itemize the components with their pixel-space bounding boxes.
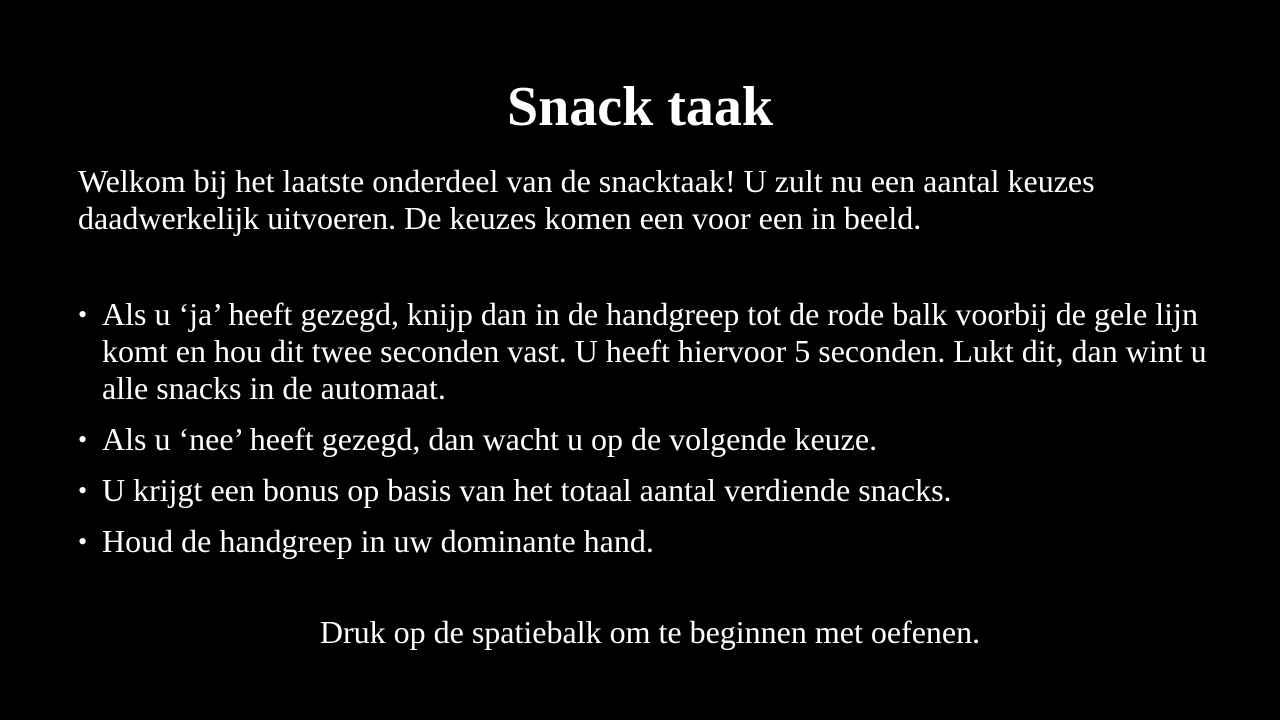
slide-title: Snack taak [506,76,774,138]
bullet-icon: • [78,527,88,556]
instruction-text: Houd de handgreep in uw dominante hand. [102,523,654,559]
bullet-icon: • [78,476,88,505]
instruction-item: • Als u ‘nee’ heeft gezegd, dan wacht u … [78,421,1218,458]
instruction-slide: Snack taak Welkom bij het laatste onderd… [0,0,1280,720]
instruction-item: • U krijgt een bonus op basis van het to… [78,472,1218,509]
bullet-icon: • [78,425,88,454]
start-prompt: Druk op de spatiebalk om te beginnen met… [319,614,981,650]
intro-paragraph: Welkom bij het laatste onderdeel van de … [78,163,1095,236]
bullet-icon: • [78,300,88,329]
instruction-text: Als u ‘nee’ heeft gezegd, dan wacht u op… [102,421,878,457]
instruction-item: • Als u ‘ja’ heeft gezegd, knijp dan in … [78,296,1218,407]
instruction-text: U krijgt een bonus op basis van het tota… [102,472,952,508]
instruction-text: Als u ‘ja’ heeft gezegd, knijp dan in de… [102,296,1207,406]
instruction-item: • Houd de handgreep in uw dominante hand… [78,523,1218,560]
instruction-list: • Als u ‘ja’ heeft gezegd, knijp dan in … [78,296,1218,574]
